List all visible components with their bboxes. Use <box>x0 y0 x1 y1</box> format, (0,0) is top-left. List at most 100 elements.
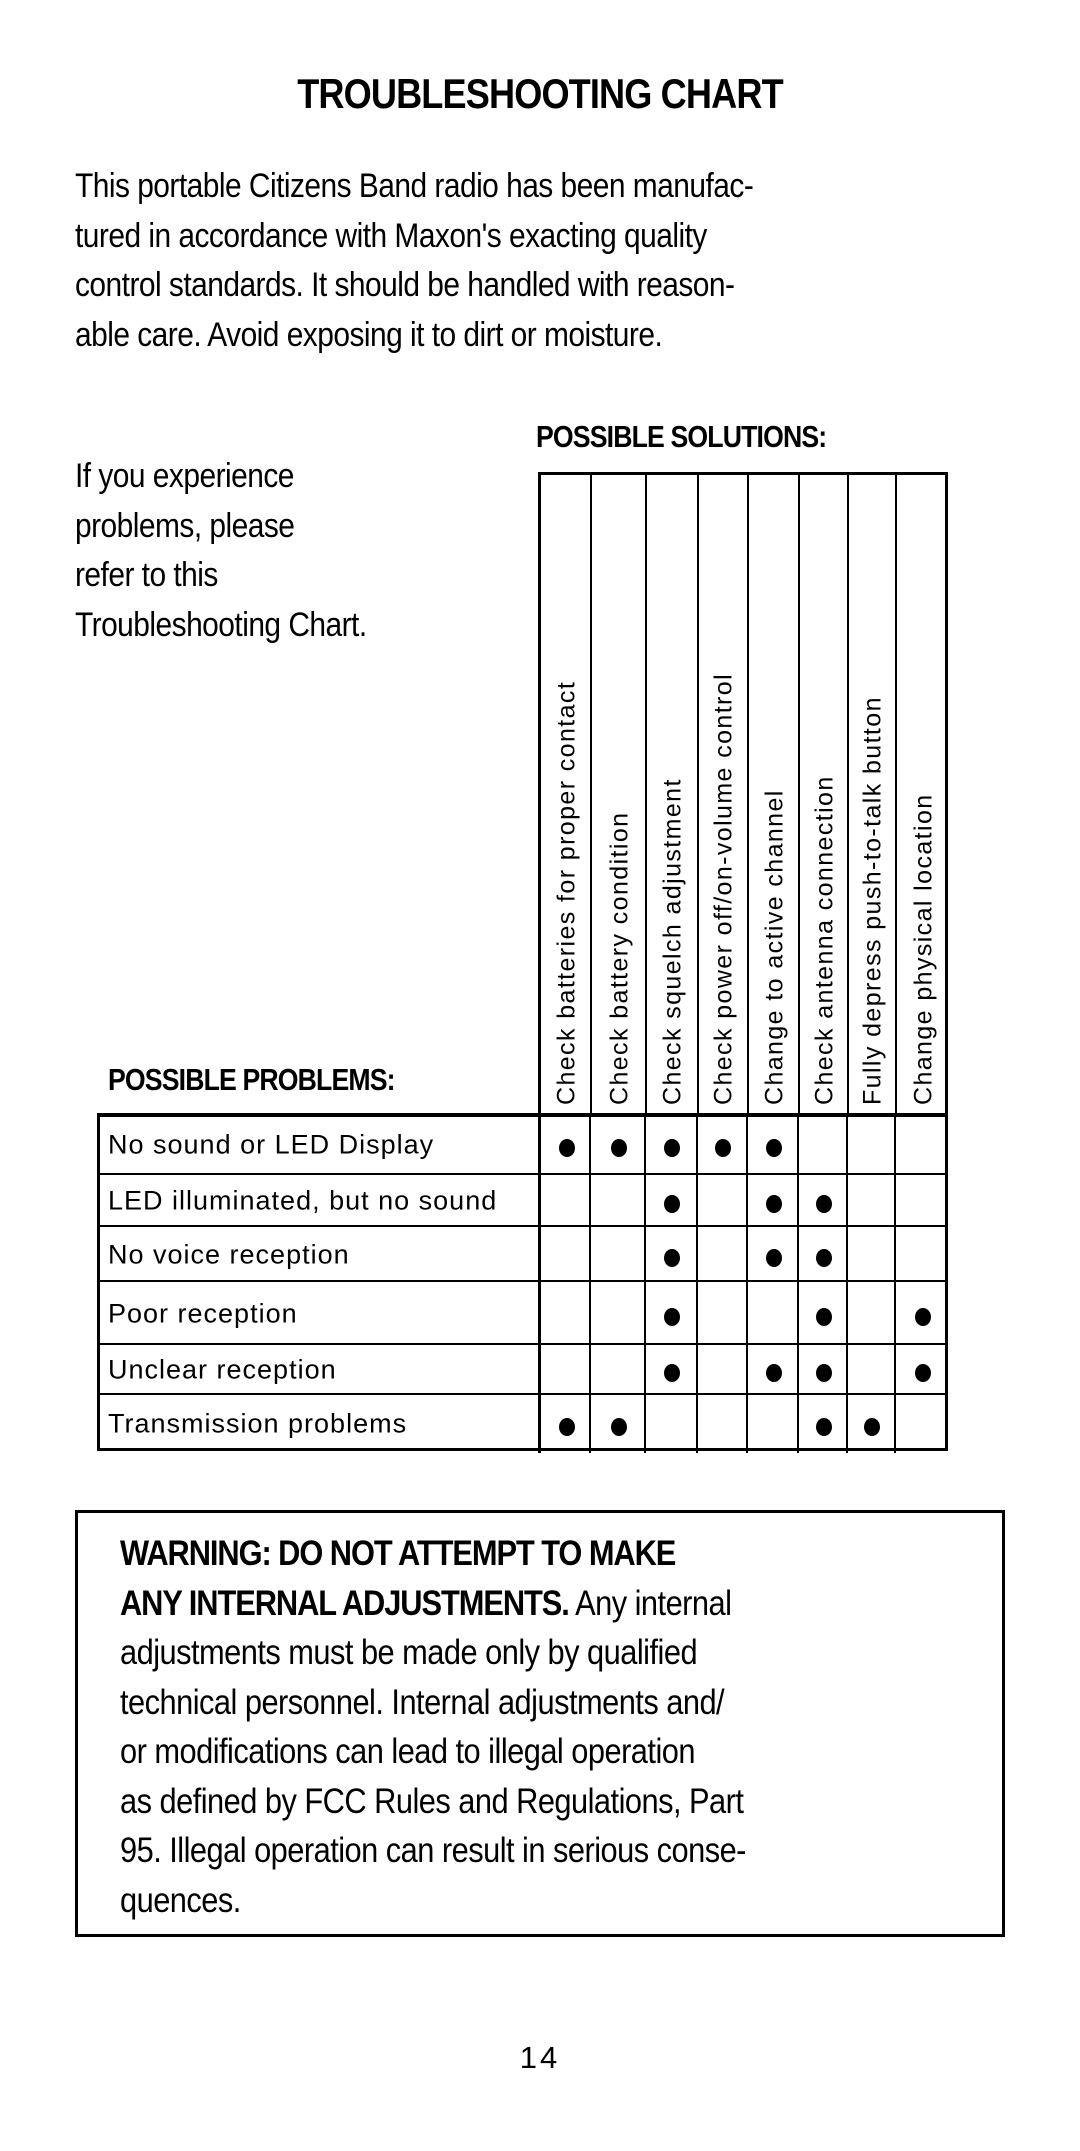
bullet-mark <box>765 1139 782 1157</box>
side-note-line: refer to this <box>75 556 218 594</box>
solution-label: Fully depress push-to-talk button <box>858 696 887 1105</box>
solution-label: Check batteries for proper contact <box>552 680 580 1105</box>
problem-row: Poor reception <box>100 1280 945 1345</box>
matrix-cell <box>797 1117 848 1173</box>
matrix-cell <box>846 1395 896 1453</box>
matrix-cell <box>538 1117 592 1173</box>
bullet-mark <box>715 1139 731 1157</box>
problem-row: No voice reception <box>100 1225 945 1282</box>
problem-row: Unclear reception <box>100 1343 945 1395</box>
matrix-cell <box>644 1227 698 1282</box>
matrix-cell <box>894 1345 950 1395</box>
warning-body-line: or modifications can lead to illegal ope… <box>120 1732 695 1771</box>
matrix-cell <box>846 1117 896 1173</box>
intro-line: This portable Citizens Band radio has be… <box>75 167 754 205</box>
matrix-cell <box>746 1395 799 1453</box>
bullet-mark <box>664 1139 680 1157</box>
matrix-cell <box>746 1227 799 1282</box>
bullet-mark <box>765 1248 782 1267</box>
warning-body-line: quences. <box>120 1880 241 1920</box>
solution-column-header: Check battery condition <box>590 475 647 1115</box>
solution-label: Check battery condition <box>605 811 633 1105</box>
intro-paragraph: This portable Citizens Band radio has be… <box>75 162 1015 360</box>
bullet-mark <box>815 1364 832 1382</box>
side-note-line: problems, please <box>75 506 295 545</box>
matrix-cell <box>589 1117 646 1173</box>
matrix-cell <box>894 1227 950 1282</box>
bullet-mark <box>815 1418 832 1436</box>
warning-heading: WARNING: DO NOT ATTEMPT TO MAKE <box>120 1534 676 1573</box>
matrix-cell <box>797 1175 848 1227</box>
bullet-mark <box>765 1364 782 1382</box>
matrix-cell <box>846 1282 896 1345</box>
bullet-mark <box>864 1418 880 1436</box>
warning-body-line: technical personnel. Internal adjustment… <box>120 1682 725 1722</box>
solution-label: Change to active channel <box>760 789 788 1105</box>
matrix-cell <box>696 1282 748 1345</box>
matrix-cell <box>538 1282 592 1345</box>
matrix-cell <box>746 1175 799 1227</box>
troubleshooting-grid: No sound or LED Display LED illuminated, … <box>97 1113 948 1453</box>
matrix-cell <box>696 1227 748 1282</box>
matrix-cell <box>696 1345 748 1395</box>
problem-row: Transmission problems <box>100 1393 945 1453</box>
matrix-cell <box>797 1282 848 1345</box>
bullet-mark <box>664 1195 680 1213</box>
matrix-cell <box>589 1227 646 1282</box>
problem-label: No voice reception <box>108 1239 350 1269</box>
matrix-cell <box>644 1117 698 1173</box>
warning-body-line: 95. Illegal operation can result in seri… <box>120 1831 746 1870</box>
bullet-mark <box>915 1307 931 1326</box>
matrix-cell <box>644 1345 698 1395</box>
matrix-cell <box>746 1345 799 1395</box>
problem-label: No sound or LED Display <box>108 1129 435 1160</box>
warning-heading: ANY INTERNAL ADJUSTMENTS. <box>120 1583 570 1623</box>
warning-body: Any internal <box>568 1583 732 1623</box>
solution-column-header: Check batteries for proper contact <box>541 475 592 1115</box>
warning-body-line: adjustments must be made only by qualifi… <box>120 1633 698 1672</box>
bullet-mark <box>664 1364 680 1382</box>
problem-label: Transmission problems <box>108 1408 408 1439</box>
page-title: TROUBLESHOOTING CHART <box>297 70 783 117</box>
matrix-cell <box>846 1227 896 1282</box>
matrix-cell <box>538 1175 592 1227</box>
matrix-cell <box>696 1117 748 1173</box>
matrix-cell <box>696 1395 748 1453</box>
matrix-cell <box>644 1395 698 1453</box>
matrix-cell <box>894 1117 950 1173</box>
warning-body-line: as defined by FCC Rules and Regulations,… <box>120 1781 744 1821</box>
matrix-cell <box>644 1282 698 1345</box>
matrix-cell <box>538 1345 592 1395</box>
bullet-mark <box>664 1307 680 1326</box>
solutions-heading: POSSIBLE SOLUTIONS: <box>536 419 827 454</box>
bullet-mark <box>558 1418 575 1436</box>
matrix-cell <box>846 1175 896 1227</box>
intro-line: able care. Avoid exposing it to dirt or … <box>75 315 663 354</box>
matrix-cell <box>589 1395 646 1453</box>
bullet-mark <box>915 1364 931 1382</box>
bullet-mark <box>664 1248 680 1267</box>
solution-label: Check antenna connection <box>810 775 838 1105</box>
problem-label: Poor reception <box>108 1298 298 1328</box>
bullet-mark <box>765 1195 782 1213</box>
problems-heading: POSSIBLE PROBLEMS: <box>108 1062 396 1097</box>
solution-column-header: Check antenna connection <box>798 475 849 1115</box>
problem-row: No sound or LED Display <box>100 1117 945 1173</box>
bullet-mark <box>815 1248 832 1267</box>
solutions-header: Check batteries for proper contact Check … <box>538 472 948 1115</box>
bullet-mark <box>815 1307 832 1326</box>
matrix-cell <box>746 1282 799 1345</box>
warning-box: WARNING: DO NOT ATTEMPT TO MAKE ANY INTE… <box>75 1510 1005 1937</box>
matrix-cell <box>589 1345 646 1395</box>
matrix-cell <box>797 1227 848 1282</box>
problem-label: Unclear reception <box>108 1354 337 1385</box>
warning-text: WARNING: DO NOT ATTEMPT TO MAKE ANY INTE… <box>120 1529 831 1925</box>
problem-row: LED illuminated, but no sound <box>100 1173 945 1227</box>
matrix-cell <box>894 1282 950 1345</box>
matrix-cell <box>894 1395 950 1453</box>
bullet-mark <box>815 1195 832 1213</box>
solution-column-header: Check power off/on-volume control <box>697 475 749 1115</box>
matrix-cell <box>589 1282 646 1345</box>
solution-column-header: Change physical location <box>895 475 951 1115</box>
solution-column-header: Check squelch adjustment <box>645 475 699 1115</box>
